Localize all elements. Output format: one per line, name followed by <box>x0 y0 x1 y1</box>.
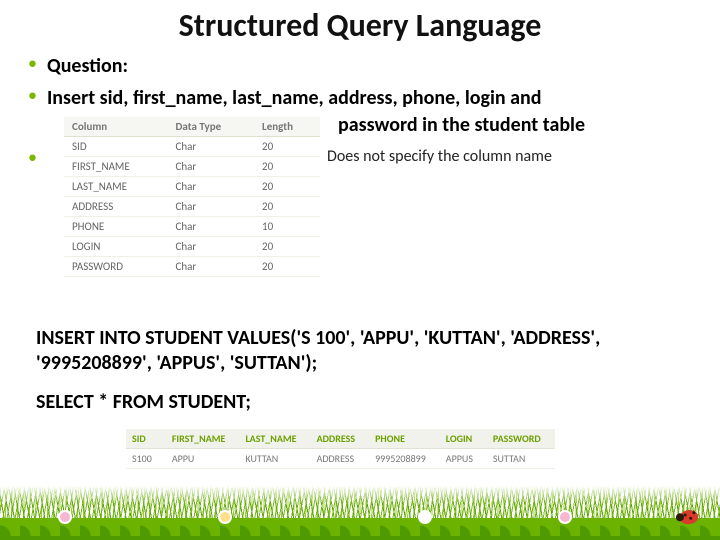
cell: LOGIN <box>64 237 168 257</box>
ladybug-icon <box>680 510 702 532</box>
result-header: ADDRESS <box>311 429 370 449</box>
cell: 20 <box>254 177 320 197</box>
flower-icon <box>560 512 570 522</box>
cell: Char <box>168 197 255 217</box>
note-text: Does not specify the column name <box>327 147 552 166</box>
result-header: LOGIN <box>440 429 487 449</box>
cell: Char <box>168 257 255 277</box>
table-row: LAST_NAMEChar20 <box>64 177 320 197</box>
table-row: LOGINChar20 <box>64 237 320 257</box>
insert-text-line1: Insert sid, first_name, last_name, addre… <box>47 85 542 111</box>
sql-insert: INSERT INTO STUDENT VALUES('S 100', 'APP… <box>36 326 684 376</box>
bullet-question: • Question: <box>28 53 692 79</box>
insert-text-line2: password in the student table <box>338 113 700 137</box>
sql-select: SELECT * FROM STUDENT; <box>36 390 684 415</box>
result-header: LAST_NAME <box>239 429 310 449</box>
cell: SUTTAN <box>487 449 555 469</box>
cell: Char <box>168 217 255 237</box>
grass-decoration <box>0 484 720 540</box>
bullet-note: • Does not specify the column name <box>28 147 552 169</box>
flower-icon <box>420 512 430 522</box>
cell: 9995208899 <box>369 449 440 469</box>
cell: KUTTAN <box>239 449 310 469</box>
cell: ADDRESS <box>311 449 370 469</box>
result-table: SID FIRST_NAME LAST_NAME ADDRESS PHONE L… <box>126 429 555 469</box>
bullet-list: • Question: • Insert sid, first_name, la… <box>0 45 720 277</box>
result-table-box: SID FIRST_NAME LAST_NAME ADDRESS PHONE L… <box>126 429 684 469</box>
cell: Char <box>168 177 255 197</box>
table-row: PHONEChar10 <box>64 217 320 237</box>
slide: Structured Query Language • Question: • … <box>0 0 720 540</box>
bullet-icon: • <box>28 53 37 75</box>
table-row: PASSWORDChar20 <box>64 257 320 277</box>
cell: LAST_NAME <box>64 177 168 197</box>
grass-ground <box>0 518 720 540</box>
cell: 10 <box>254 217 320 237</box>
bullet-insert: • Insert sid, first_name, last_name, add… <box>28 85 692 111</box>
sql-block: INSERT INTO STUDENT VALUES('S 100', 'APP… <box>0 308 720 469</box>
bullet-icon: • <box>28 85 37 107</box>
result-header: PASSWORD <box>487 429 555 449</box>
question-label: Question: <box>47 53 128 79</box>
cell: APPU <box>166 449 240 469</box>
flower-icon <box>60 512 70 522</box>
cell: ADDRESS <box>64 197 168 217</box>
cell: 20 <box>254 257 320 277</box>
cell: PASSWORD <box>64 257 168 277</box>
table-row: ADDRESSChar20 <box>64 197 320 217</box>
result-header: FIRST_NAME <box>166 429 240 449</box>
result-header: PHONE <box>369 429 440 449</box>
page-title: Structured Query Language <box>0 0 720 45</box>
cell: 20 <box>254 237 320 257</box>
cell: S100 <box>126 449 166 469</box>
cell: 20 <box>254 197 320 217</box>
cell: APPUS <box>440 449 487 469</box>
grass-blades <box>0 486 720 526</box>
result-header: SID <box>126 429 166 449</box>
table-row: S100 APPU KUTTAN ADDRESS 9995208899 APPU… <box>126 449 555 469</box>
cell: PHONE <box>64 217 168 237</box>
cell: Char <box>168 237 255 257</box>
bullet-icon: • <box>28 147 37 169</box>
flower-icon <box>220 512 230 522</box>
